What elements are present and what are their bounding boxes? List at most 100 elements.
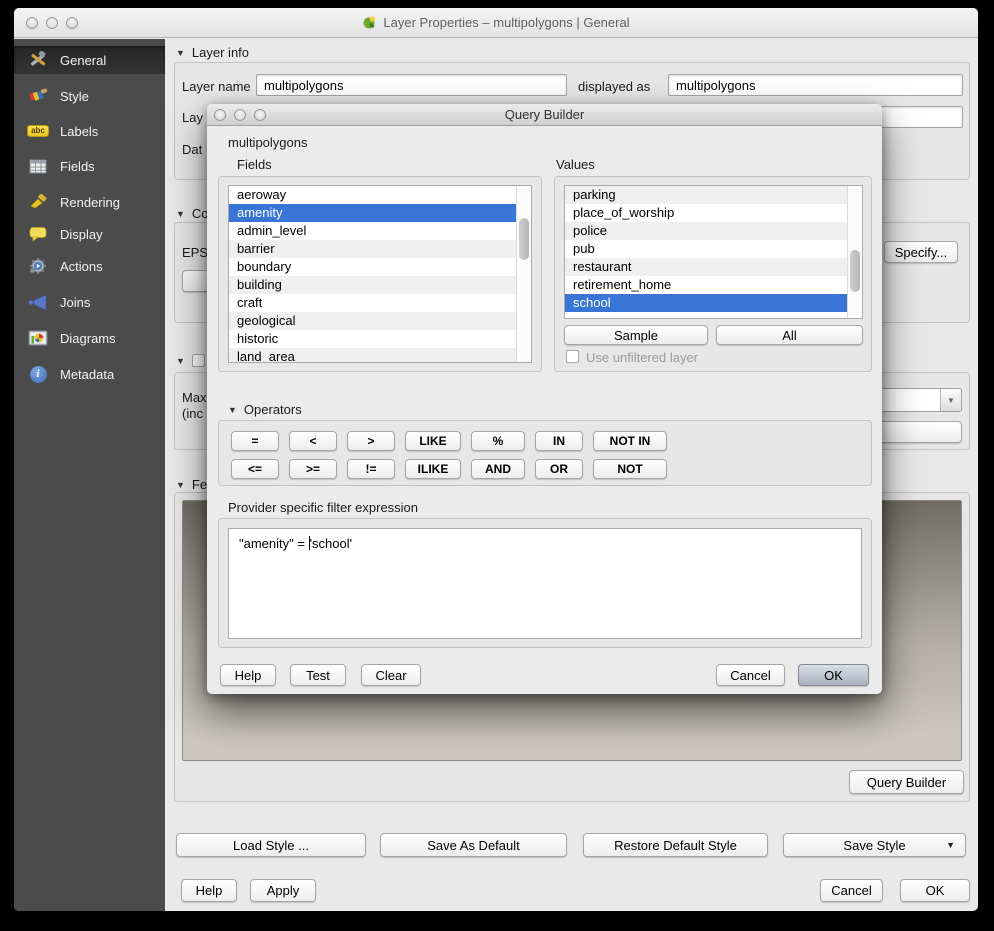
window-title-text: Layer Properties – multipolygons | Gener… <box>383 15 629 30</box>
operator-button[interactable]: AND <box>471 459 525 479</box>
fields-list[interactable]: aerowayamenityadmin_levelbarrierboundary… <box>228 185 532 363</box>
close-window-button[interactable] <box>26 17 38 29</box>
value-item[interactable]: parking <box>565 186 862 204</box>
abc-tag-icon: abc <box>26 121 50 141</box>
restore-default-style-button[interactable]: Restore Default Style <box>583 833 768 857</box>
layer-source-label-fragment: Lay <box>182 110 203 125</box>
encoding-label-fragment: Dat <box>182 142 202 157</box>
scale-visibility-checkbox[interactable] <box>192 354 205 367</box>
field-item[interactable]: land_area <box>229 348 531 363</box>
value-item[interactable]: retirement_home <box>565 276 862 294</box>
dialog-help-button[interactable]: Help <box>220 664 276 686</box>
sidebar-item-actions[interactable]: Actions <box>14 252 165 280</box>
expression-text-after: 'school' <box>310 536 353 551</box>
operator-button[interactable]: LIKE <box>405 431 461 451</box>
layer-info-header[interactable]: ▼ Layer info <box>176 45 249 60</box>
clear-button[interactable]: Clear <box>361 664 421 686</box>
value-item[interactable]: school <box>565 294 862 312</box>
operator-button[interactable]: OR <box>535 459 583 479</box>
filter-expression-input[interactable]: "amenity" = 'school' <box>228 528 862 639</box>
operator-button[interactable]: > <box>347 431 395 451</box>
dialog-cancel-button[interactable]: Cancel <box>716 664 785 686</box>
collapse-triangle-icon: ▼ <box>176 480 185 490</box>
operator-button[interactable]: != <box>347 459 395 479</box>
sidebar-item-label: Fields <box>60 159 95 174</box>
close-dialog-button[interactable] <box>214 109 226 121</box>
sidebar-item-joins[interactable]: Joins <box>14 288 165 316</box>
sidebar-item-display[interactable]: Display <box>14 220 165 248</box>
value-item[interactable]: restaurant <box>565 258 862 276</box>
feature-subset-header[interactable]: ▼ Fe <box>176 477 207 492</box>
scale-visibility-header[interactable]: ▼ <box>176 354 205 367</box>
sidebar-item-label: General <box>60 53 106 68</box>
sidebar-item-diagrams[interactable]: Diagrams <box>14 324 165 352</box>
value-item[interactable]: pub <box>565 240 862 258</box>
sidebar-item-style[interactable]: Style <box>14 82 165 110</box>
ok-button[interactable]: OK <box>900 879 970 902</box>
specify-button[interactable]: Specify... <box>884 241 958 263</box>
sample-button[interactable]: Sample <box>564 325 708 345</box>
sidebar-item-labels[interactable]: abc Labels <box>14 117 165 145</box>
crs-header[interactable]: ▼ Co <box>176 206 209 221</box>
sidebar-item-rendering[interactable]: Rendering <box>14 188 165 216</box>
operator-button[interactable]: = <box>231 431 279 451</box>
window-title: Layer Properties – multipolygons | Gener… <box>362 15 629 30</box>
values-scrollbar[interactable] <box>847 186 862 318</box>
field-item[interactable]: geological <box>229 312 531 330</box>
field-item[interactable]: building <box>229 276 531 294</box>
dialog-ok-button[interactable]: OK <box>798 664 869 686</box>
operator-button[interactable]: IN <box>535 431 583 451</box>
minimize-dialog-button[interactable] <box>234 109 246 121</box>
use-unfiltered-layer-checkbox[interactable] <box>566 350 579 363</box>
values-list[interactable]: parkingplace_of_worshippolicepubrestaura… <box>564 185 863 319</box>
sidebar-item-fields[interactable]: Fields <box>14 152 165 180</box>
field-item[interactable]: historic <box>229 330 531 348</box>
field-item[interactable]: craft <box>229 294 531 312</box>
save-as-default-button[interactable]: Save As Default <box>380 833 567 857</box>
fields-scrollbar-thumb[interactable] <box>519 218 529 260</box>
displayed-as-input[interactable]: multipolygons <box>668 74 963 96</box>
dialog-window-controls <box>214 109 266 121</box>
all-button[interactable]: All <box>716 325 863 345</box>
collapse-triangle-icon: ▼ <box>228 405 237 415</box>
apply-button[interactable]: Apply <box>250 879 316 902</box>
chevron-down-icon: ▼ <box>940 389 961 411</box>
values-scrollbar-thumb[interactable] <box>850 250 860 292</box>
sidebar: General Style abc Labels <box>14 39 165 911</box>
dialog-titlebar[interactable]: Query Builder <box>207 104 882 126</box>
use-unfiltered-layer-label: Use unfiltered layer <box>586 350 698 365</box>
dialog-title: Query Builder <box>505 107 584 122</box>
operator-button[interactable]: >= <box>289 459 337 479</box>
save-style-button[interactable]: Save Style ▼ <box>783 833 966 857</box>
field-item[interactable]: admin_level <box>229 222 531 240</box>
value-item[interactable]: place_of_worship <box>565 204 862 222</box>
fields-scrollbar[interactable] <box>516 186 531 362</box>
sidebar-item-general[interactable]: General <box>14 46 165 74</box>
operator-button[interactable]: NOT <box>593 459 667 479</box>
scale-field[interactable] <box>868 421 962 443</box>
max-scale-combobox[interactable]: ▼ <box>868 388 962 412</box>
test-button[interactable]: Test <box>290 664 346 686</box>
operator-button[interactable]: <= <box>231 459 279 479</box>
help-button[interactable]: Help <box>181 879 237 902</box>
operator-button[interactable]: < <box>289 431 337 451</box>
field-item[interactable]: barrier <box>229 240 531 258</box>
sidebar-item-label: Display <box>60 227 103 242</box>
operator-button[interactable]: ILIKE <box>405 459 461 479</box>
field-item[interactable]: boundary <box>229 258 531 276</box>
cancel-button[interactable]: Cancel <box>820 879 883 902</box>
field-item[interactable]: amenity <box>229 204 531 222</box>
operator-button[interactable]: NOT IN <box>593 431 667 451</box>
field-item[interactable]: aeroway <box>229 186 531 204</box>
operators-header[interactable]: ▼ Operators <box>228 402 302 417</box>
value-item[interactable]: police <box>565 222 862 240</box>
zoom-window-button[interactable] <box>66 17 78 29</box>
operators-groupbox: = < > LIKE% IN NOT IN <= >= != ILIKE AND OR NOT <box>218 420 872 486</box>
layer-name-input[interactable]: multipolygons <box>256 74 567 96</box>
minimize-window-button[interactable] <box>46 17 58 29</box>
zoom-dialog-button[interactable] <box>254 109 266 121</box>
load-style-button[interactable]: Load Style ... <box>176 833 366 857</box>
sidebar-item-metadata[interactable]: i Metadata <box>14 360 165 388</box>
query-builder-button[interactable]: Query Builder <box>849 770 964 794</box>
operator-button[interactable]: % <box>471 431 525 451</box>
